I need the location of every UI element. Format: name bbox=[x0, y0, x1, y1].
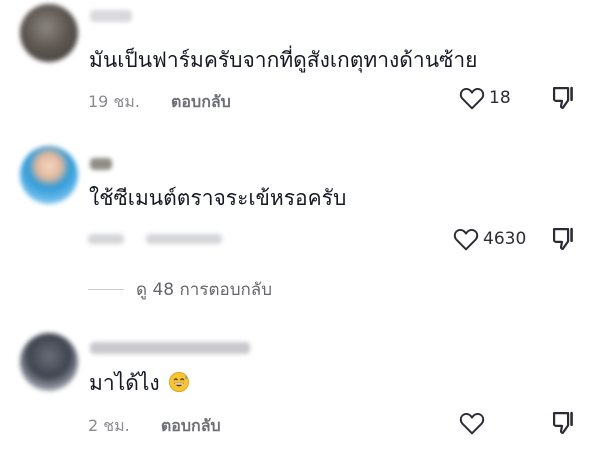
comment-meta: 19 ชม. ตอบกลับ bbox=[88, 90, 231, 115]
divider-line bbox=[88, 289, 124, 290]
avatar[interactable] bbox=[20, 4, 78, 62]
comment-time-blurred bbox=[88, 234, 124, 244]
view-replies-label: ดู 48 การตอบกลับ bbox=[136, 280, 272, 300]
avatar[interactable] bbox=[20, 146, 78, 204]
username-blurred[interactable] bbox=[90, 10, 132, 22]
thumbs-down-icon[interactable] bbox=[550, 409, 578, 437]
comment-text: มันเป็นฟาร์มครับจากที่ดูสังเกตุทางด้านซ้… bbox=[89, 48, 478, 72]
heart-outline-icon bbox=[459, 87, 485, 110]
thumbs-down-icon[interactable] bbox=[550, 84, 578, 112]
reply-button[interactable]: ตอบกลับ bbox=[171, 92, 231, 111]
avatar[interactable] bbox=[20, 333, 78, 391]
username-blurred[interactable] bbox=[90, 158, 112, 170]
like-count: 18 bbox=[489, 88, 511, 108]
reply-button-blurred[interactable] bbox=[146, 234, 222, 244]
like-count: 4630 bbox=[483, 229, 527, 249]
comment-time: 2 ชม. bbox=[88, 416, 130, 435]
thumbs-down-icon[interactable] bbox=[550, 225, 578, 253]
like-button[interactable] bbox=[459, 411, 485, 435]
like-button[interactable]: 4630 bbox=[453, 227, 526, 251]
comment-time: 19 ชม. bbox=[88, 92, 140, 111]
reply-button[interactable]: ตอบกลับ bbox=[161, 416, 221, 435]
like-button[interactable]: 18 bbox=[459, 86, 511, 110]
heart-outline-icon bbox=[459, 412, 485, 435]
comment-text-content: มาได้ไง bbox=[89, 371, 160, 395]
username-blurred[interactable] bbox=[90, 342, 250, 354]
comment-meta: 2 ชม. ตอบกลับ bbox=[88, 414, 221, 439]
grinning-sweat-emoji bbox=[169, 372, 190, 392]
heart-outline-icon bbox=[453, 228, 479, 251]
comment-text: ใช้ซีเมนต์ตราจระเข้หรอครับ bbox=[89, 186, 347, 210]
view-replies-button[interactable]: ดู 48 การตอบกลับ bbox=[88, 276, 272, 303]
comment-text: มาได้ไง bbox=[89, 370, 190, 396]
